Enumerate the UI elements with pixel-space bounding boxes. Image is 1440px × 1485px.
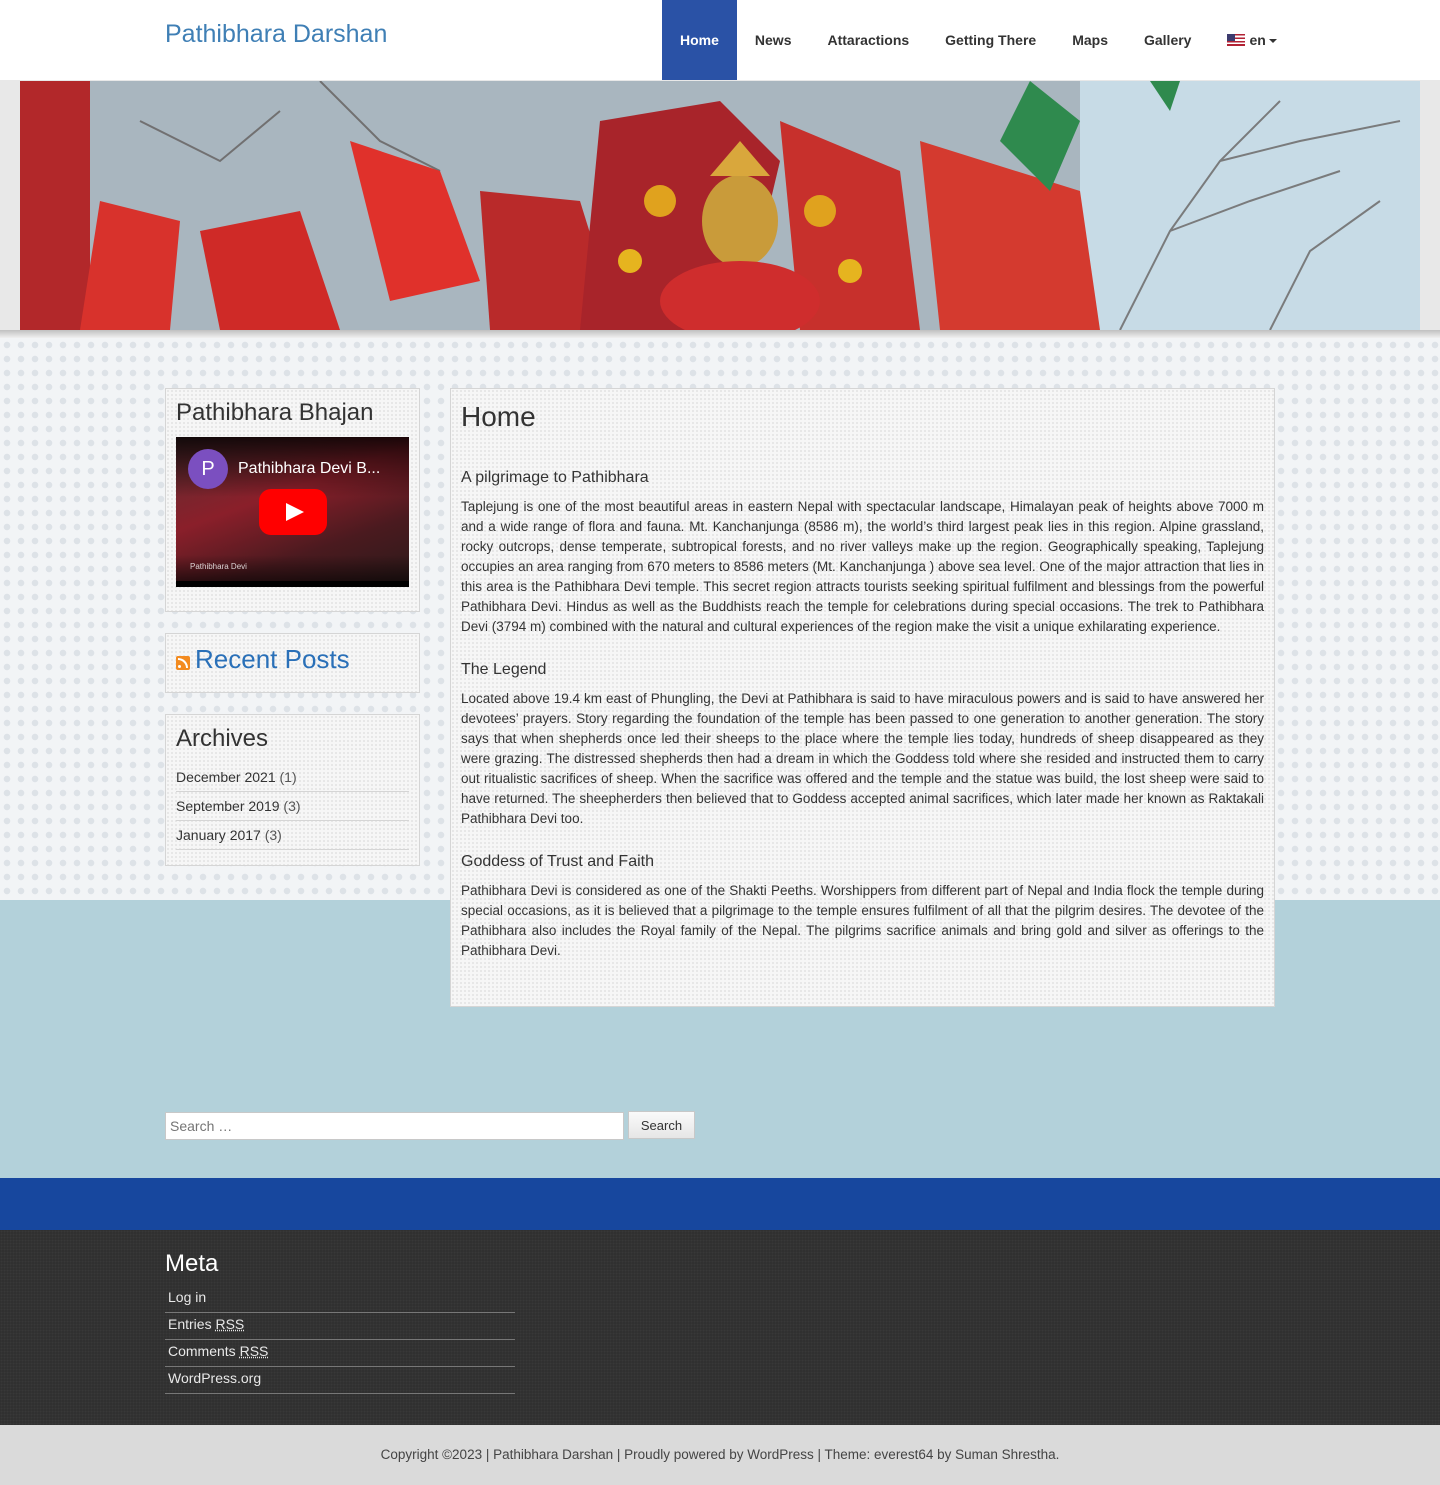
meta-entries-rss-link[interactable]: Entries RSS	[165, 1313, 515, 1340]
nav-item-attractions[interactable]: Attaractions	[809, 0, 927, 80]
meta-comments-label: Comments	[168, 1343, 236, 1359]
archive-count: (1)	[279, 769, 297, 785]
archive-count: (3)	[264, 827, 282, 843]
rss-abbr: RSS	[215, 1316, 245, 1332]
meta-login-link[interactable]: Log in	[165, 1286, 515, 1313]
archive-link[interactable]: December 2021	[176, 769, 276, 785]
channel-avatar[interactable]: P	[188, 449, 228, 489]
video-bar	[176, 581, 409, 587]
section-heading: The Legend	[461, 661, 547, 678]
widget-title: Archives	[176, 725, 269, 752]
us-flag-icon	[1227, 34, 1246, 46]
widget-recent-posts: Recent Posts	[165, 633, 420, 693]
nav-item-home[interactable]: Home	[662, 0, 737, 80]
archive-link[interactable]: January 2017	[176, 827, 261, 843]
nav-item-getting-there[interactable]: Getting There	[927, 0, 1054, 80]
meta-entries-label: Entries	[168, 1316, 212, 1332]
nav-item-maps[interactable]: Maps	[1054, 0, 1126, 80]
section-text: Located above 19.4 km east of Phungling,…	[461, 691, 1264, 826]
recent-posts-link[interactable]: Recent Posts	[195, 644, 350, 675]
nav-item-news[interactable]: News	[737, 0, 810, 80]
blue-band	[0, 1178, 1440, 1230]
language-switcher[interactable]: en	[1209, 0, 1294, 80]
youtube-video-embed[interactable]: P Pathibhara Devi B... Pathibhara Devi	[176, 437, 409, 587]
meta-comments-rss-link[interactable]: Comments RSS	[165, 1340, 515, 1367]
site-title[interactable]: Pathibhara Darshan	[165, 20, 387, 49]
meta-title: Meta	[165, 1250, 219, 1277]
widget-title: Pathibhara Bhajan	[176, 399, 374, 426]
archive-item: September 2019 (3)	[176, 792, 409, 821]
rss-icon[interactable]	[176, 655, 190, 670]
main-nav: Home News Attaractions Getting There Map…	[662, 0, 1295, 80]
copyright-text: Copyright ©2023 | Pathibhara Darshan | P…	[380, 1447, 1060, 1462]
search-input[interactable]	[165, 1112, 624, 1140]
video-caption: Pathibhara Devi	[190, 562, 247, 571]
section-heading: A pilgrimage to Pathibhara	[461, 469, 649, 486]
video-title[interactable]: Pathibhara Devi B...	[238, 460, 380, 478]
archive-link[interactable]: September 2019	[176, 798, 280, 814]
language-label: en	[1249, 32, 1266, 48]
archive-item: December 2021 (1)	[176, 763, 409, 792]
archive-count: (3)	[283, 798, 301, 814]
page-title: Home	[461, 401, 536, 432]
footer-widgets: Meta Log in Entries RSS Comments RSS Wor…	[0, 1230, 1440, 1425]
section-text: Pathibhara Devi is considered as one of …	[461, 883, 1264, 958]
banner-image	[20, 81, 1420, 330]
bottom-bar: Copyright ©2023 | Pathibhara Darshan | P…	[0, 1425, 1440, 1485]
banner-illustration	[20, 81, 1420, 330]
section-heading: Goddess of Trust and Faith	[461, 853, 654, 870]
search-button[interactable]: Search	[628, 1111, 695, 1139]
hero-banner	[0, 80, 1440, 338]
section-text: Taplejung is one of the most beautiful a…	[461, 499, 1264, 634]
widget-bhajan: Pathibhara Bhajan P Pathibhara Devi B...…	[165, 388, 420, 612]
recent-posts-title: Recent Posts	[176, 644, 409, 675]
banner-shadow	[0, 330, 1440, 338]
nav-item-gallery[interactable]: Gallery	[1126, 0, 1209, 80]
widget-archives: Archives December 2021 (1) September 201…	[165, 714, 420, 866]
caret-down-icon	[1268, 39, 1277, 44]
meta-list: Log in Entries RSS Comments RSS WordPres…	[165, 1286, 515, 1394]
site-header: Pathibhara Darshan Home News Attaraction…	[0, 0, 1440, 80]
meta-wordpress-link[interactable]: WordPress.org	[165, 1367, 515, 1394]
archive-item: January 2017 (3)	[176, 821, 409, 850]
main-article: Home A pilgrimage to Pathibhara Taplejun…	[450, 388, 1275, 1007]
rss-abbr: RSS	[239, 1343, 269, 1359]
youtube-play-icon[interactable]	[259, 489, 327, 535]
